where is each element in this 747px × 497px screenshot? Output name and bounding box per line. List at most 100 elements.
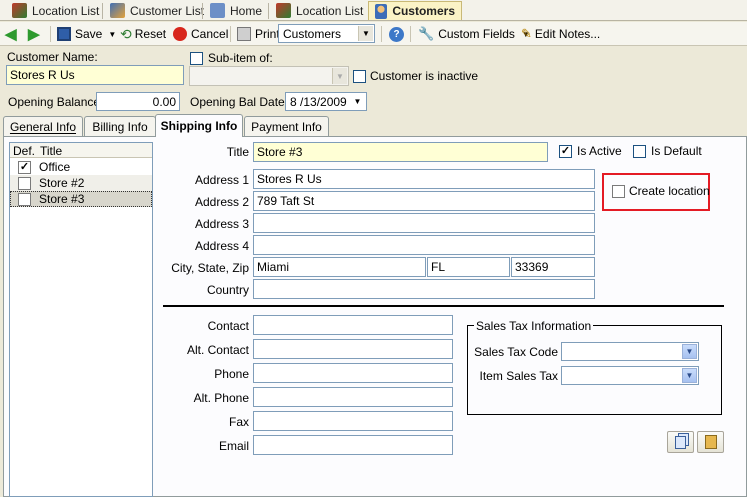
tab-separator	[102, 3, 103, 19]
customer-inactive-checkbox[interactable]	[353, 70, 366, 83]
location-list-icon	[12, 3, 27, 18]
back-button[interactable]: ◀	[5, 25, 17, 43]
chevron-down-icon[interactable]: ▼	[332, 68, 347, 84]
list-item[interactable]: ✓ Office	[10, 159, 152, 175]
sales-tax-code-label: Sales Tax Code	[474, 345, 558, 359]
column-header-def[interactable]: Def.	[13, 144, 35, 158]
reset-button[interactable]: ⟲ Reset	[120, 25, 166, 43]
tab-customer-list[interactable]: Customer List	[104, 1, 210, 20]
create-location-checkbox[interactable]	[612, 185, 625, 198]
item-sales-tax-select[interactable]: ▼	[561, 366, 699, 385]
fax-input[interactable]	[253, 411, 453, 431]
title-input[interactable]: Store #3	[253, 142, 548, 162]
floppy-disk-icon	[57, 27, 71, 41]
address2-label: Address 2	[194, 195, 249, 209]
tab-location-list-2[interactable]: Location List	[270, 1, 369, 20]
alt-contact-label: Alt. Contact	[186, 343, 249, 357]
email-input[interactable]	[253, 435, 453, 455]
create-location-label: Create location	[629, 184, 710, 198]
arrow-left-icon: ◀	[5, 26, 17, 43]
print-button[interactable]: Print	[237, 25, 280, 43]
help-icon: ?	[389, 26, 404, 42]
contact-label: Contact	[207, 319, 249, 333]
tab-customers[interactable]: Customers	[368, 1, 462, 20]
zip-input[interactable]: 33369	[511, 257, 595, 277]
custom-fields-button[interactable]: 🔧 Custom Fields ▼	[418, 25, 530, 43]
tab-general-info[interactable]: General Info	[3, 116, 83, 136]
toolbar-separator	[50, 26, 51, 42]
is-default-checkbox[interactable]	[633, 145, 646, 158]
print-target-select[interactable]: Customers ▼	[278, 24, 375, 43]
subitem-checkbox[interactable]	[190, 52, 203, 65]
chevron-down-icon[interactable]: ▼	[350, 94, 365, 109]
sales-tax-code-select[interactable]: ▼	[561, 342, 699, 361]
column-header-title[interactable]: Title	[40, 144, 62, 158]
customer-name-label: Customer Name:	[7, 50, 98, 64]
cancel-button[interactable]: Cancel	[173, 25, 228, 43]
is-active-label: Is Active	[577, 144, 622, 158]
address1-input[interactable]: Stores R Us	[253, 169, 595, 189]
customer-name-input[interactable]: Stores R Us	[6, 65, 184, 85]
address4-label: Address 4	[194, 239, 249, 253]
toolbar-separator	[410, 26, 411, 42]
is-active-checkbox[interactable]: ✓	[559, 145, 572, 158]
chevron-down-icon[interactable]: ▼	[682, 344, 697, 359]
city-input[interactable]: Miami	[253, 257, 426, 277]
help-button[interactable]: ?	[389, 25, 404, 43]
edit-notes-button[interactable]: ✎ Edit Notes...	[521, 25, 600, 43]
tab-home[interactable]: Home	[204, 1, 268, 20]
subitem-label: Sub-item of:	[208, 51, 273, 65]
paste-button[interactable]	[697, 431, 724, 453]
alt-phone-input[interactable]	[253, 387, 453, 407]
printer-icon	[237, 27, 251, 41]
phone-label: Phone	[214, 367, 249, 381]
home-icon	[210, 3, 225, 18]
state-input[interactable]: FL	[427, 257, 510, 277]
wrench-icon: 🔧	[418, 26, 435, 41]
address3-input[interactable]	[253, 213, 595, 233]
toolbar-separator	[230, 26, 231, 42]
contact-input[interactable]	[253, 315, 453, 335]
chevron-down-icon[interactable]: ▼	[682, 368, 697, 383]
location-list-icon	[276, 3, 291, 18]
alt-contact-input[interactable]	[253, 339, 453, 359]
tab-separator	[268, 3, 269, 19]
title-label: Title	[226, 145, 249, 159]
paste-icon	[704, 435, 717, 449]
default-checkbox[interactable]	[18, 176, 31, 190]
address4-input[interactable]	[253, 235, 595, 255]
default-checkbox[interactable]: ✓	[18, 160, 31, 174]
tab-payment-info[interactable]: Payment Info	[244, 116, 329, 136]
forward-button[interactable]: ▶	[28, 25, 40, 43]
address3-label: Address 3	[194, 217, 249, 231]
arrow-right-icon: ▶	[28, 26, 40, 43]
chevron-down-icon[interactable]: ▼	[108, 30, 116, 39]
email-label: Email	[218, 439, 249, 453]
customer-inactive-label: Customer is inactive	[370, 69, 479, 83]
tab-shipping-info[interactable]: Shipping Info	[155, 114, 243, 137]
customer-icon	[375, 3, 388, 19]
edit-note-icon: ✎	[521, 26, 532, 41]
is-default-label: Is Default	[651, 144, 702, 158]
address1-label: Address 1	[194, 173, 249, 187]
tab-billing-info[interactable]: Billing Info	[84, 116, 156, 136]
list-item[interactable]: Store #2	[10, 175, 152, 191]
chevron-down-icon[interactable]: ▼	[358, 26, 373, 41]
address2-input[interactable]: 789 Taft St	[253, 191, 595, 211]
subitem-select[interactable]: ▼	[189, 66, 349, 86]
list-item-selected[interactable]: Store #3	[10, 191, 152, 207]
customer-list-icon	[110, 3, 125, 18]
country-input[interactable]	[253, 279, 595, 299]
fax-label: Fax	[228, 415, 249, 429]
opening-date-picker[interactable]: 8 /13/2009 ▼	[285, 92, 367, 111]
copy-icon	[675, 435, 686, 449]
opening-date-label: Opening Bal Date:	[190, 95, 289, 109]
tab-separator	[202, 3, 203, 19]
opening-balance-input[interactable]: 0.00	[96, 92, 180, 111]
save-button[interactable]: Save ▼	[57, 25, 116, 43]
copy-button[interactable]	[667, 431, 694, 453]
default-checkbox[interactable]	[18, 192, 31, 206]
tab-location-list-1[interactable]: Location List	[6, 1, 105, 20]
city-state-zip-label: City, State, Zip	[171, 261, 249, 275]
phone-input[interactable]	[253, 363, 453, 383]
